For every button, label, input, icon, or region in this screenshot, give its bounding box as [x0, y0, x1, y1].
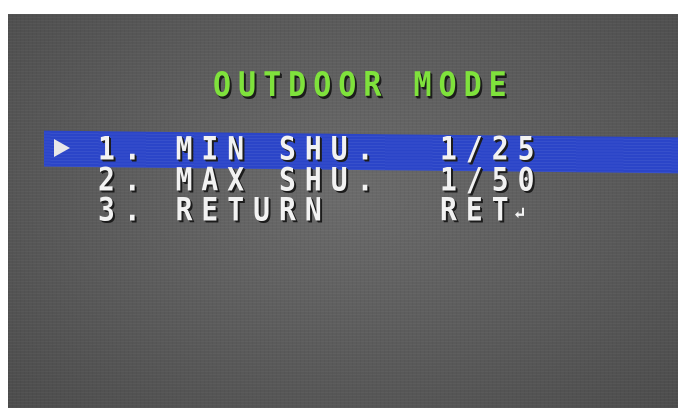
menu-item-return-value[interactable]: RET: [440, 190, 526, 229]
monitor-frame: OUTDOOR MODE 1. MIN SHU. 1/25 2. MAX SHU…: [0, 0, 678, 408]
osd-screen: OUTDOOR MODE 1. MIN SHU. 1/25 2. MAX SHU…: [8, 14, 678, 408]
triangle-right-icon: [54, 139, 70, 157]
return-value-text: RET: [440, 190, 518, 229]
menu-item-return-label[interactable]: 3. RETURN: [98, 191, 331, 229]
menu-title: OUTDOOR MODE: [213, 65, 514, 106]
enter-return-icon: [514, 207, 524, 219]
